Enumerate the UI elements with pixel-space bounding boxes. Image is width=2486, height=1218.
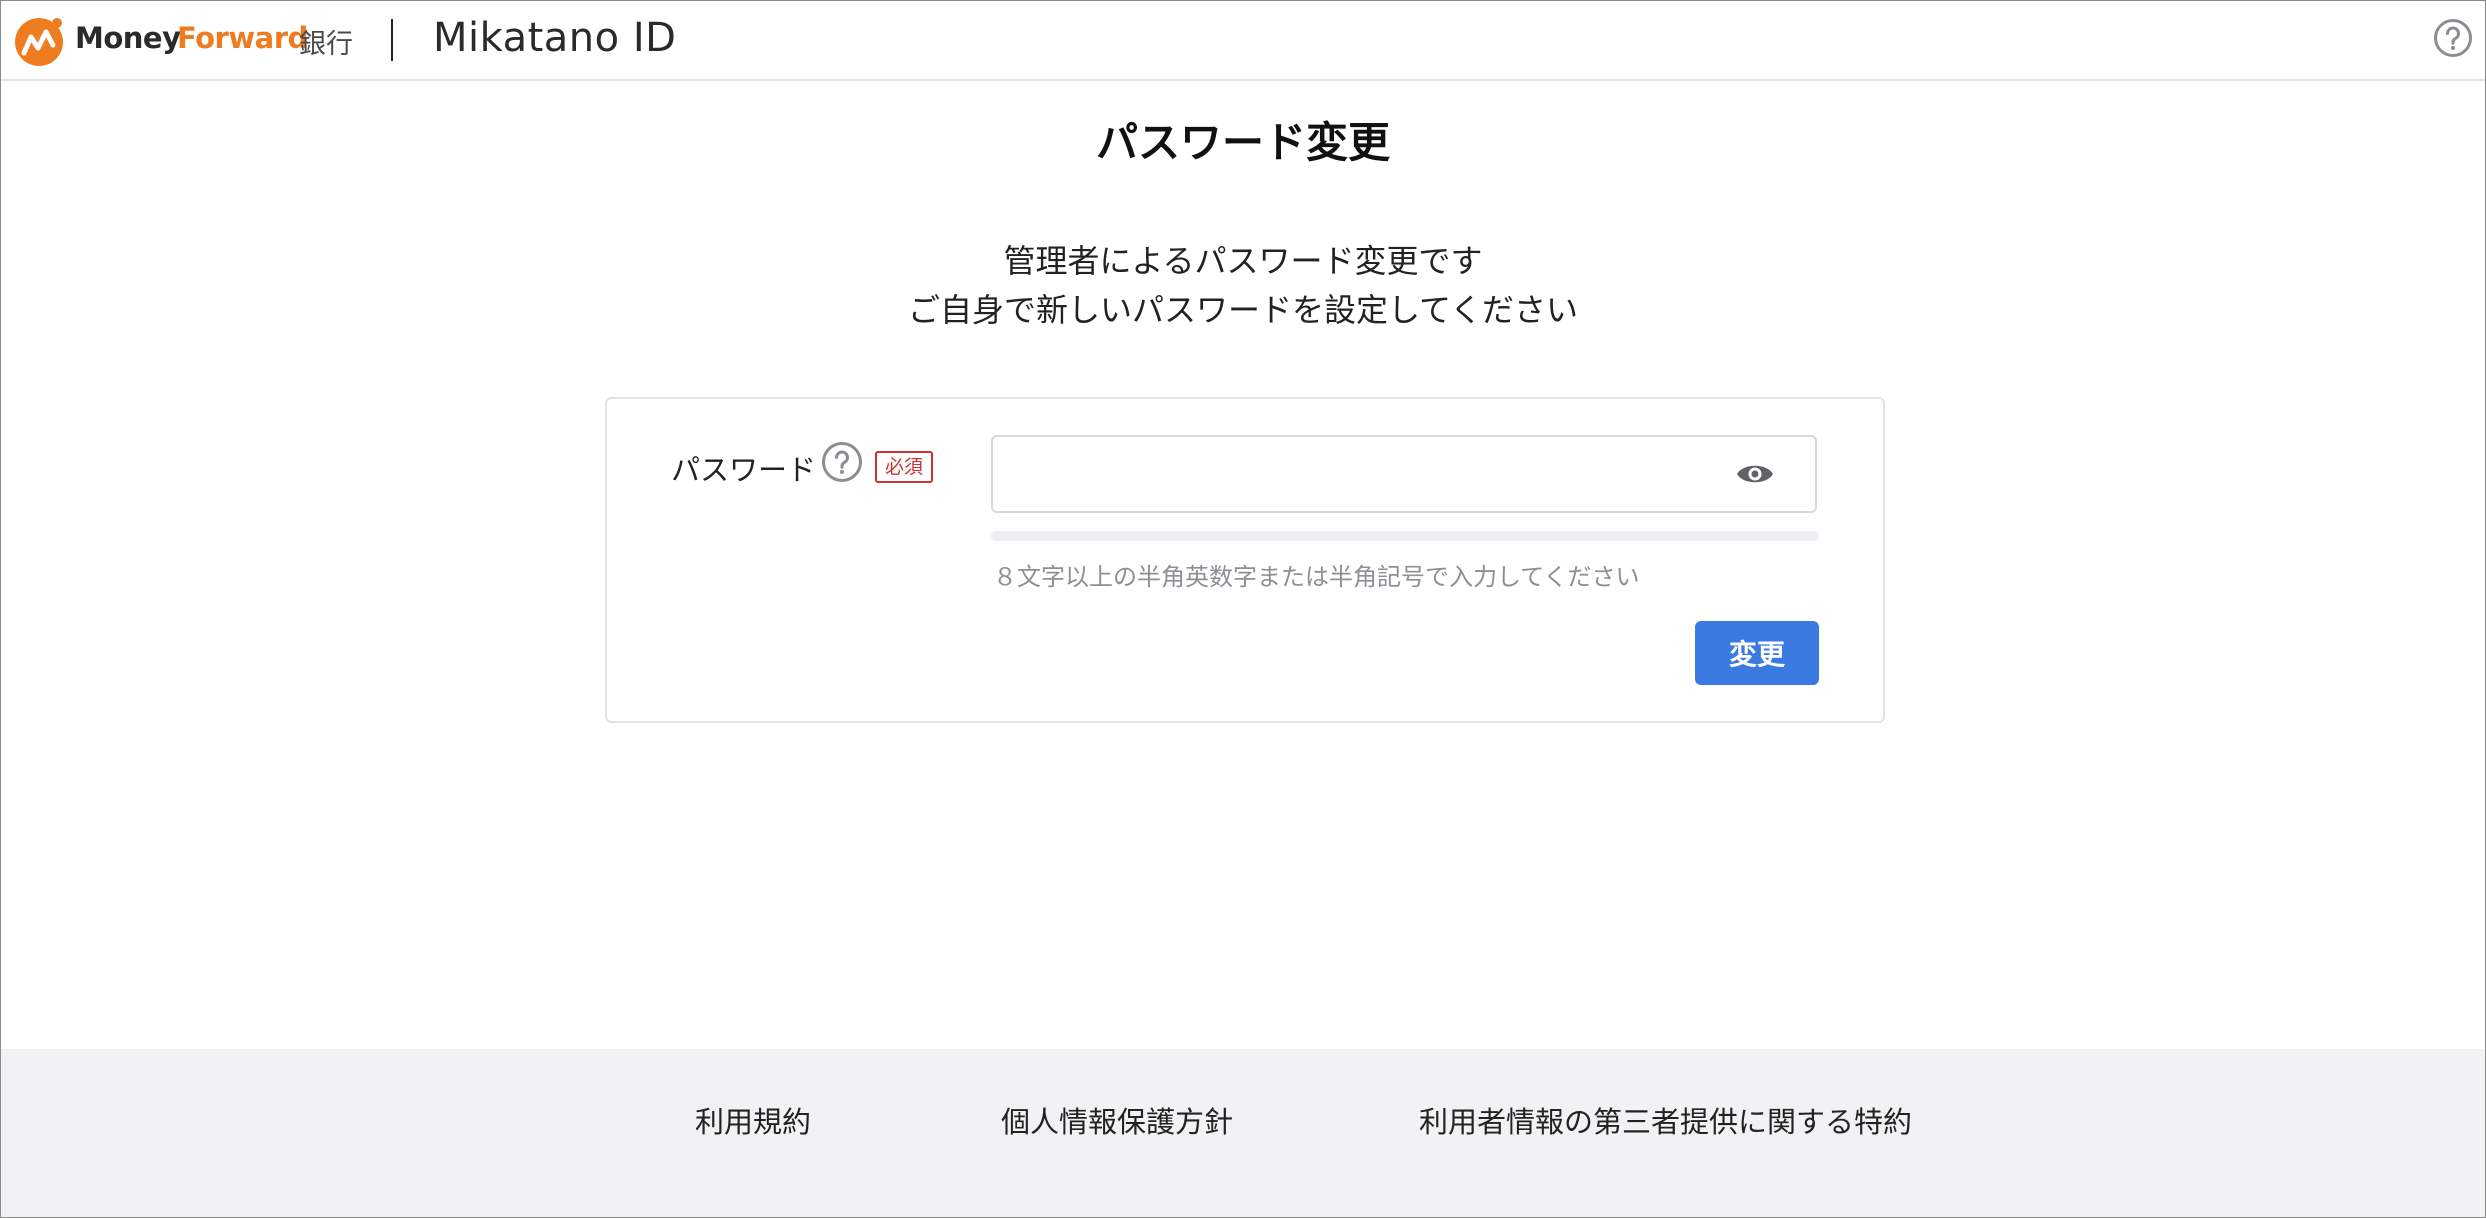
money-forward-logo-icon bbox=[15, 18, 63, 66]
brand-bank-text: 銀行 bbox=[299, 29, 353, 60]
brand-money-text: Money bbox=[75, 21, 181, 55]
terms-of-use-link[interactable]: 利用規約 bbox=[695, 1099, 811, 1141]
password-hint: ８文字以上の半角英数字または半角記号で入力してください bbox=[993, 563, 1640, 591]
app-window: Money Forward 銀行 Mikatano ID パスワード変更 管理者… bbox=[0, 0, 2486, 1218]
brand-forward-text: Forward bbox=[177, 21, 308, 55]
footer: 利用規約 個人情報保護方針 利用者情報の第三者提供に関する特約 bbox=[1, 1049, 2485, 1217]
required-badge: 必須 bbox=[875, 451, 934, 483]
brand-divider bbox=[391, 19, 393, 61]
password-strength-bar bbox=[991, 531, 1819, 541]
description-line-1: 管理者によるパスワード変更です bbox=[1003, 242, 1483, 280]
password-input[interactable] bbox=[991, 435, 1817, 513]
password-label: パスワード bbox=[671, 453, 817, 487]
page-title: パスワード変更 bbox=[1095, 118, 1390, 167]
password-help-icon[interactable] bbox=[821, 441, 863, 483]
third-party-provision-link[interactable]: 利用者情報の第三者提供に関する特約 bbox=[1419, 1099, 1912, 1141]
help-circle-icon[interactable] bbox=[2433, 18, 2473, 58]
change-button[interactable]: 変更 bbox=[1695, 621, 1819, 685]
mikatano-id-logo: Mikatano ID bbox=[433, 15, 677, 61]
privacy-policy-link[interactable]: 個人情報保護方針 bbox=[1001, 1099, 1233, 1141]
description-line-2: ご自身で新しいパスワードを設定してください bbox=[907, 291, 1579, 329]
password-form-card: パスワード 必須 ８文字以上の半角英数字または半角記号で入力してください 変更 bbox=[605, 397, 1885, 723]
header: Money Forward 銀行 Mikatano ID bbox=[1, 1, 2485, 81]
eye-icon[interactable] bbox=[1735, 457, 1775, 491]
page-description: 管理者によるパスワード変更です ご自身で新しいパスワードを設定してください bbox=[1, 237, 2485, 335]
